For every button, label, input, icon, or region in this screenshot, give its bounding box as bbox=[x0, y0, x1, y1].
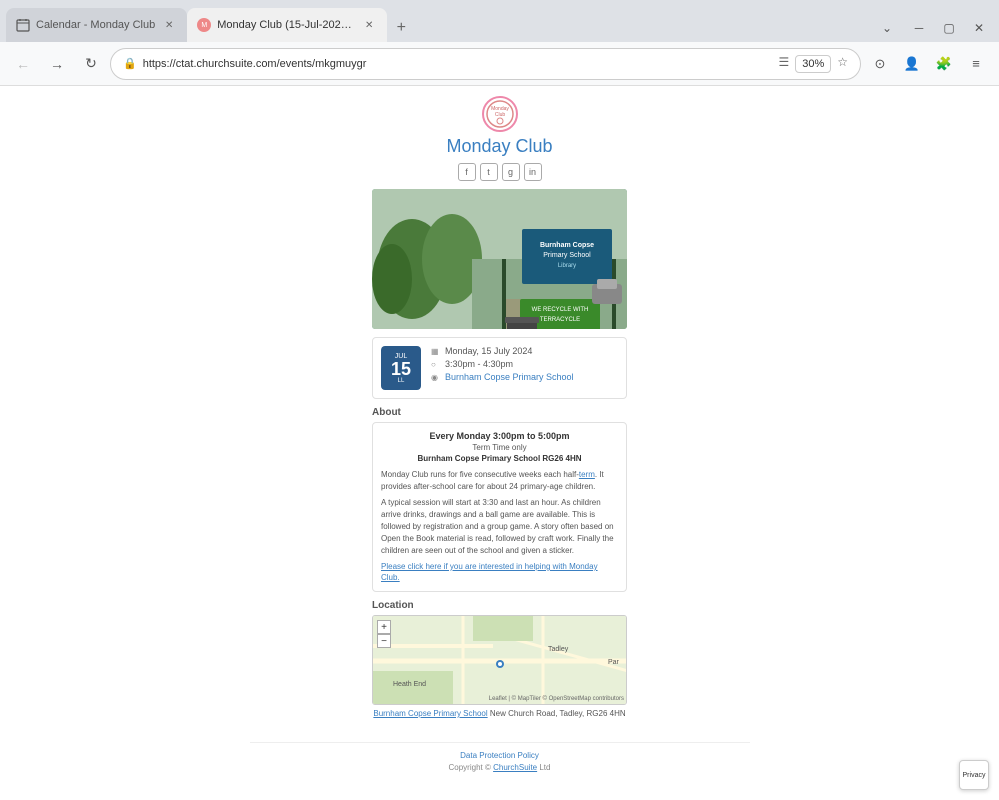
tab-calendar-title: Calendar - Monday Club bbox=[36, 19, 155, 31]
svg-text:Burnham Copse: Burnham Copse bbox=[540, 242, 594, 249]
about-sub: Term Time only bbox=[381, 443, 618, 452]
browser-frame: Calendar - Monday Club ✕ M Monday Club (… bbox=[0, 0, 999, 800]
back-button[interactable]: ← bbox=[8, 49, 38, 79]
map-bg: Heath End Tadley Par + − Leaflet | © Map… bbox=[373, 616, 626, 704]
forward-button[interactable]: → bbox=[42, 49, 72, 79]
copyright-suffix: Ltd bbox=[539, 763, 550, 772]
nav-bar: ← → ↻ 🔒 https://ctat.churchsuite.com/eve… bbox=[0, 42, 999, 86]
browser-actions: ⊙ 👤 🧩 ≡ bbox=[865, 49, 991, 79]
map-container[interactable]: Heath End Tadley Par + − Leaflet | © Map… bbox=[372, 615, 627, 705]
about-heading: Every Monday 3:00pm to 5:00pm bbox=[381, 431, 618, 441]
tab-event-icon: M bbox=[197, 18, 211, 32]
minimize-button[interactable]: ─ bbox=[905, 14, 933, 42]
tab-list-button[interactable]: ⌄ bbox=[873, 14, 901, 42]
tab-event[interactable]: M Monday Club (15-Jul-2024) · Ch ✕ bbox=[187, 8, 387, 42]
pocket-icon[interactable]: ⊙ bbox=[865, 49, 895, 79]
svg-text:Primary School: Primary School bbox=[543, 252, 591, 259]
tab-calendar-icon bbox=[16, 18, 30, 32]
svg-text:Club: Club bbox=[494, 112, 505, 118]
new-tab-button[interactable]: + bbox=[387, 14, 415, 42]
reader-mode-icon[interactable]: ☰ bbox=[778, 55, 789, 73]
footer: Data Protection Policy Copyright © Churc… bbox=[250, 742, 750, 780]
tab-calendar-close[interactable]: ✕ bbox=[161, 17, 177, 33]
facebook-icon[interactable]: f bbox=[458, 163, 476, 181]
svg-text:Tadley: Tadley bbox=[548, 646, 569, 653]
close-button[interactable]: ✕ bbox=[965, 14, 993, 42]
account-icon[interactable]: 👤 bbox=[897, 49, 927, 79]
event-image: Burnham Copse Primary School Library WE … bbox=[372, 189, 627, 329]
twitter-icon[interactable]: t bbox=[480, 163, 498, 181]
copyright-label: Copyright © bbox=[449, 763, 491, 772]
about-para2: A typical session will start at 3:30 and… bbox=[381, 497, 618, 557]
menu-icon[interactable]: ≡ bbox=[961, 49, 991, 79]
about-section: About Every Monday 3:00pm to 5:00pm Term… bbox=[372, 407, 627, 592]
event-time-text: 3:30pm - 4:30pm bbox=[445, 359, 513, 369]
event-time-row: ○ 3:30pm - 4:30pm bbox=[431, 359, 618, 369]
svg-text:TERRACYCLE: TERRACYCLE bbox=[540, 317, 580, 323]
zoom-badge[interactable]: 30% bbox=[795, 55, 831, 73]
map-address: Burnham Copse Primary School New Church … bbox=[372, 709, 627, 718]
about-location: Burnham Copse Primary School RG26 4HN bbox=[381, 454, 618, 463]
logo-circle: Monday Club bbox=[482, 96, 518, 132]
churchsuite-link[interactable]: ChurchSuite bbox=[493, 763, 537, 772]
address-text: https://ctat.churchsuite.com/events/mkgm… bbox=[143, 58, 773, 70]
calendar-info-icon: ▦ bbox=[431, 347, 441, 356]
reload-button[interactable]: ↻ bbox=[76, 49, 106, 79]
event-location-link[interactable]: Burnham Copse Primary School bbox=[445, 372, 574, 382]
copyright-text: Copyright © ChurchSuite Ltd bbox=[258, 763, 742, 772]
window-controls: ─ ▢ ✕ bbox=[905, 14, 993, 42]
event-info: ▦ Monday, 15 July 2024 ○ 3:30pm - 4:30pm… bbox=[431, 346, 618, 385]
date-badge: JUL 15 LL bbox=[381, 346, 421, 390]
event-date-row: ▦ Monday, 15 July 2024 bbox=[431, 346, 618, 356]
site-logo: Monday Club bbox=[480, 96, 520, 132]
map-address-text: Burnham Copse Primary School New Church … bbox=[373, 709, 625, 718]
map-zoom-out[interactable]: − bbox=[377, 634, 391, 648]
tab-calendar[interactable]: Calendar - Monday Club ✕ bbox=[6, 8, 187, 42]
date-dow: LL bbox=[398, 378, 405, 384]
about-box: Every Monday 3:00pm to 5:00pm Term Time … bbox=[372, 422, 627, 592]
event-location-row: ◉ Burnham Copse Primary School bbox=[431, 372, 618, 382]
svg-text:Heath End: Heath End bbox=[393, 681, 426, 688]
linkedin-icon[interactable]: in bbox=[524, 163, 542, 181]
location-section-title: Location bbox=[372, 600, 627, 611]
social-icons: f t g in bbox=[458, 163, 542, 181]
map-attribution: Leaflet | © MapTiler © OpenStreetMap con… bbox=[489, 696, 624, 702]
date-day: 15 bbox=[391, 360, 411, 378]
tab-controls: ⌄ bbox=[873, 14, 901, 42]
tab-event-close[interactable]: ✕ bbox=[361, 17, 377, 33]
event-image-bg: Burnham Copse Primary School Library WE … bbox=[372, 189, 627, 329]
page-content: Monday Club Monday Club f t g in bbox=[250, 86, 750, 800]
location-section: Location bbox=[372, 600, 627, 726]
privacy-badge[interactable]: Privacy bbox=[959, 760, 989, 790]
bookmark-icon[interactable]: ☆ bbox=[837, 55, 848, 73]
address-actions: ☰ 30% ☆ bbox=[778, 55, 848, 73]
tab-event-title: Monday Club (15-Jul-2024) · Ch bbox=[217, 19, 355, 31]
map-zoom-in[interactable]: + bbox=[377, 620, 391, 634]
privacy-policy-link[interactable]: Data Protection Policy bbox=[258, 751, 742, 760]
about-para2-text: A typical session will start at 3:30 and… bbox=[381, 498, 614, 555]
tab-bar: Calendar - Monday Club ✕ M Monday Club (… bbox=[0, 0, 999, 42]
content-area: Monday Club Monday Club f t g in bbox=[0, 86, 999, 800]
svg-text:Library: Library bbox=[558, 263, 576, 269]
page-title: Monday Club bbox=[446, 136, 552, 157]
about-section-title: About bbox=[372, 407, 627, 418]
extensions-icon[interactable]: 🧩 bbox=[929, 49, 959, 79]
about-para1-text: Monday Club runs for five consecutive we… bbox=[381, 470, 604, 491]
secure-icon: 🔒 bbox=[123, 57, 137, 70]
maximize-button[interactable]: ▢ bbox=[935, 14, 963, 42]
google-plus-icon[interactable]: g bbox=[502, 163, 520, 181]
svg-text:WE RECYCLE WITH: WE RECYCLE WITH bbox=[532, 307, 589, 313]
location-icon: ◉ bbox=[431, 373, 441, 382]
event-date-text: Monday, 15 July 2024 bbox=[445, 346, 532, 356]
svg-text:Par: Par bbox=[608, 659, 620, 666]
event-card: JUL 15 LL ▦ Monday, 15 July 2024 ○ 3:30p… bbox=[372, 337, 627, 399]
clock-icon: ○ bbox=[431, 360, 441, 369]
about-para1: Monday Club runs for five consecutive we… bbox=[381, 469, 618, 493]
help-link[interactable]: Please click here if you are interested … bbox=[381, 562, 598, 582]
map-zoom-controls: + − bbox=[377, 620, 391, 648]
address-bar[interactable]: 🔒 https://ctat.churchsuite.com/events/mk… bbox=[110, 48, 861, 80]
